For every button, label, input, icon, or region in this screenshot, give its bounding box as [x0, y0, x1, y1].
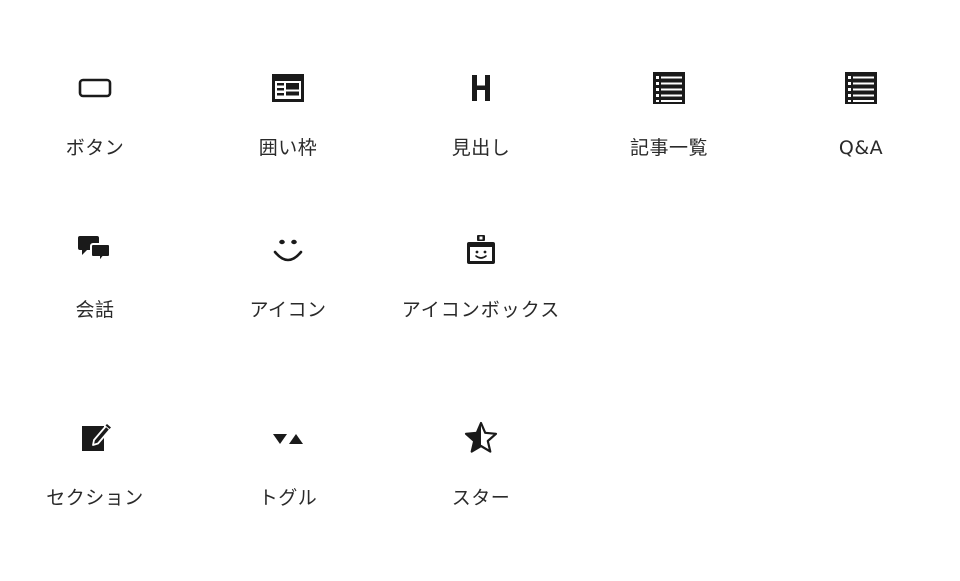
block-item-icon[interactable]: アイコン: [213, 212, 363, 332]
block-item-button[interactable]: ボタン: [20, 50, 170, 170]
half-star-icon: [463, 420, 499, 456]
block-item-heading[interactable]: 見出し: [406, 50, 556, 170]
block-item-iconbox[interactable]: アイコンボックス: [402, 212, 559, 332]
block-label: アイコン: [249, 299, 327, 321]
heading-icon: [463, 70, 499, 106]
block-item-conversation[interactable]: 会話: [20, 212, 170, 332]
block-item-section[interactable]: セクション: [20, 400, 170, 520]
toggle-triangles-icon: [270, 420, 306, 456]
block-label: 見出し: [451, 137, 511, 159]
block-label: ボタン: [65, 137, 125, 159]
badge-icon: [463, 232, 499, 268]
block-label: アイコンボックス: [401, 299, 561, 321]
list-icon: [843, 70, 879, 106]
block-label: 会話: [75, 299, 115, 321]
block-label: スター: [451, 487, 511, 509]
list-icon: [651, 70, 687, 106]
block-item-article-list[interactable]: 記事一覧: [594, 50, 744, 170]
block-item-star[interactable]: スター: [406, 400, 556, 520]
framed-box-icon: [270, 70, 306, 106]
block-label: 記事一覧: [629, 137, 708, 159]
button-icon: [77, 70, 113, 106]
block-item-qa[interactable]: Q&A: [786, 50, 936, 170]
block-item-toggle[interactable]: トグル: [213, 400, 363, 520]
block-label: トグル: [258, 487, 318, 509]
speech-bubbles-icon: [77, 232, 113, 268]
block-label: 囲い枠: [258, 137, 318, 159]
block-label: セクション: [46, 487, 144, 509]
smiley-icon: [270, 232, 306, 268]
block-label: Q&A: [838, 137, 884, 159]
edit-note-icon: [77, 420, 113, 456]
block-item-box[interactable]: 囲い枠: [213, 50, 363, 170]
block-inserter-grid: ボタン 囲い枠 見出し 記事一覧 Q&A 会話 アイコン アイコンボックス セク…: [0, 0, 960, 581]
